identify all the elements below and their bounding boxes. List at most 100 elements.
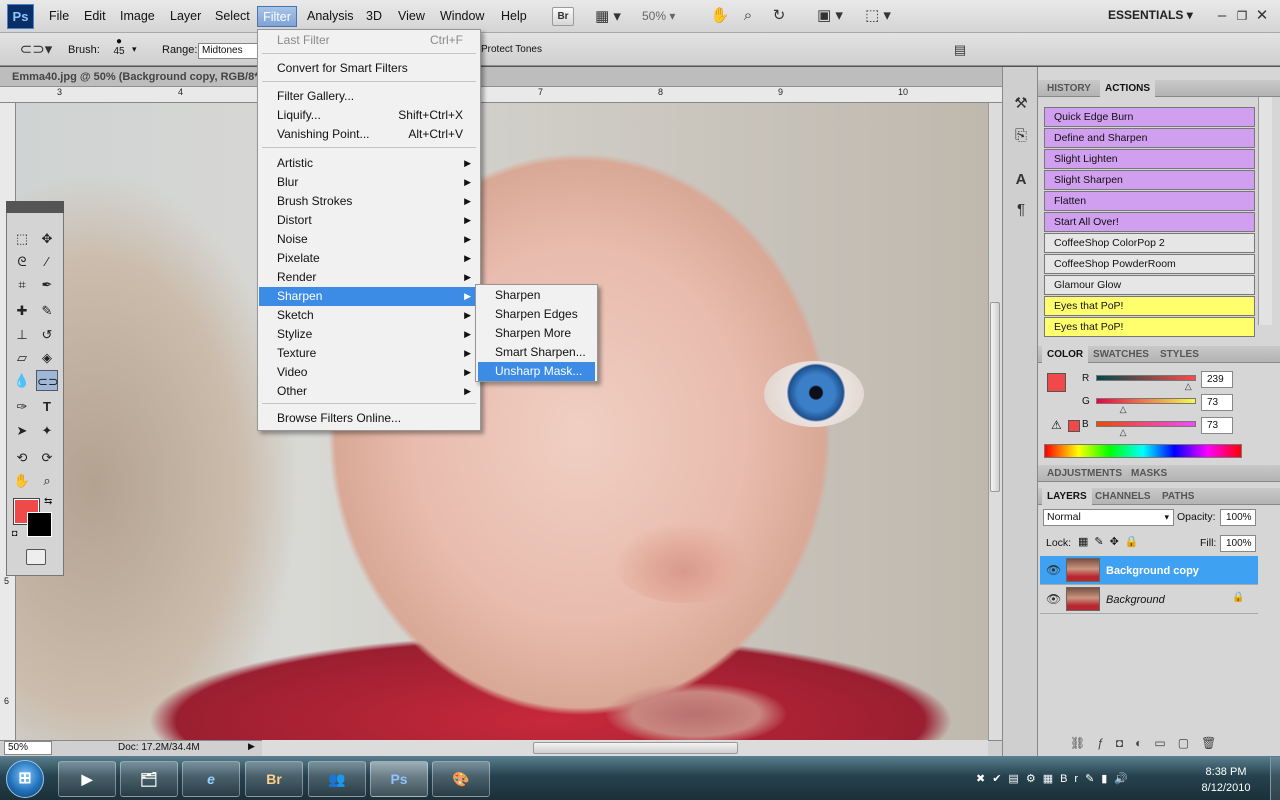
menu-file[interactable]: File — [45, 6, 73, 27]
green-value-field[interactable]: 73 — [1201, 394, 1233, 411]
layer-visibility-eye-icon[interactable]: 👁 — [1046, 592, 1061, 606]
system-tray-icons[interactable]: ✖✔▤⚙▦Br✎▮🔊 — [976, 772, 1135, 785]
menu-item-other[interactable]: Other▶ — [259, 382, 479, 401]
protect-tones-checkbox-label[interactable]: Protect Tones — [481, 44, 542, 55]
action-item[interactable]: Glamour Glow — [1044, 275, 1255, 295]
tab-color[interactable]: COLOR — [1042, 346, 1088, 363]
blend-mode-select[interactable]: Normal▾ — [1043, 509, 1174, 526]
path-selection-tool-icon[interactable]: ➤ — [11, 420, 33, 441]
layer-name[interactable]: Background copy — [1106, 565, 1199, 577]
action-item[interactable]: CoffeeShop PowderRoom — [1044, 254, 1255, 274]
type-tool-icon[interactable]: T — [36, 396, 58, 417]
tab-adjustments[interactable]: ADJUSTMENTS — [1042, 465, 1127, 482]
menu-item-texture[interactable]: Texture▶ — [259, 344, 479, 363]
menu-item-pixelate[interactable]: Pixelate▶ — [259, 249, 479, 268]
action-item[interactable]: Eyes that PoP! — [1044, 317, 1255, 337]
taskbar-paint-icon[interactable]: 🎨 — [432, 761, 490, 797]
tab-masks[interactable]: MASKS — [1126, 465, 1172, 482]
workspace-switcher[interactable]: ESSENTIALS ▾ — [1108, 8, 1193, 26]
close-icon[interactable]: ✕ — [1254, 6, 1270, 26]
hand-tool-icon[interactable]: ✋ — [11, 470, 33, 491]
menu-item-video[interactable]: Video▶ — [259, 363, 479, 382]
menu-item-render[interactable]: Render▶ — [259, 268, 479, 287]
paragraph-panel-icon[interactable]: ¶ — [1010, 200, 1032, 220]
submenu-item-unsharp-mask[interactable]: Unsharp Mask... — [478, 362, 595, 381]
tools-panel-header[interactable] — [6, 201, 64, 213]
paint-bucket-tool-icon[interactable]: ◈ — [36, 347, 58, 368]
menu-item-sketch[interactable]: Sketch▶ — [259, 306, 479, 325]
status-menu-arrow-icon[interactable]: ▶ — [248, 741, 255, 752]
crop-tool-icon[interactable]: ⌗ — [11, 274, 33, 295]
layer-visibility-eye-icon[interactable]: 👁 — [1046, 563, 1061, 577]
tab-paths[interactable]: PATHS — [1157, 488, 1199, 505]
lock-icons[interactable]: ▦✎✥🔒 — [1078, 535, 1145, 548]
brushes-panel-icon[interactable]: ⚒ — [1010, 94, 1032, 114]
eyedropper-tool-icon[interactable]: ✒ — [36, 274, 58, 295]
fill-field[interactable]: 100% — [1220, 535, 1256, 552]
swap-colors-icon[interactable]: ⇆ — [44, 496, 52, 507]
character-panel-icon[interactable]: A — [1010, 170, 1032, 190]
gamut-color-swatch[interactable] — [1068, 420, 1080, 432]
taskbar-messenger-icon[interactable]: 👥 — [308, 761, 366, 797]
shape-tool-icon[interactable]: ✦ — [36, 420, 58, 441]
pen-tool-icon[interactable]: ✑ — [11, 396, 33, 417]
taskbar-clock[interactable]: 8:38 PM8/12/2010 — [1186, 764, 1266, 796]
lasso-tool-icon[interactable]: ᘓ — [11, 251, 33, 272]
launch-bridge-button[interactable]: Br — [552, 7, 574, 26]
action-item[interactable]: Start All Over! — [1044, 212, 1255, 232]
action-item[interactable]: Slight Lighten — [1044, 149, 1255, 169]
blue-value-field[interactable]: 73 — [1201, 417, 1233, 434]
green-slider-track[interactable] — [1096, 398, 1196, 404]
menu-image[interactable]: Image — [116, 6, 158, 27]
healing-brush-tool-icon[interactable]: ✚ — [11, 300, 33, 321]
menu-help[interactable]: Help — [497, 6, 529, 27]
red-slider-track[interactable] — [1096, 375, 1196, 381]
menu-item-last-filter[interactable]: Last FilterCtrl+F — [259, 31, 479, 50]
clone-source-panel-icon[interactable]: ⎘ — [1010, 126, 1032, 146]
menu-item-sharpen[interactable]: Sharpen▶ — [259, 287, 479, 306]
zoom-level-dropdown[interactable]: 50% ▾ — [642, 9, 690, 23]
quick-mask-button[interactable] — [26, 549, 46, 565]
range-select[interactable]: Midtones — [198, 43, 260, 59]
start-button[interactable]: ⊞ — [6, 760, 44, 798]
blue-slider-thumb[interactable]: △ — [1120, 427, 1127, 438]
menu-item-stylize[interactable]: Stylize▶ — [259, 325, 479, 344]
action-item[interactable]: CoffeeShop ColorPop 2 — [1044, 233, 1255, 253]
arrange-documents-icon[interactable]: ▣ ▾ — [812, 6, 848, 26]
menu-item-vanishing-point[interactable]: Vanishing Point...Alt+Ctrl+V — [259, 125, 479, 144]
menu-item-noise[interactable]: Noise▶ — [259, 230, 479, 249]
marquee-tool-icon[interactable]: ⬚ — [11, 228, 33, 249]
brush-picker[interactable]: ●45 — [110, 37, 128, 57]
blur-tool-icon[interactable]: 💧 — [11, 370, 33, 391]
actions-scrollbar[interactable] — [1258, 97, 1272, 325]
action-item[interactable]: Flatten — [1044, 191, 1255, 211]
rotate-view-icon[interactable]: ↻ — [768, 6, 790, 26]
menu-analysis[interactable]: Analysis — [303, 6, 353, 27]
zoom-icon[interactable]: ⌕ — [738, 6, 758, 26]
menu-edit[interactable]: Edit — [80, 6, 108, 27]
submenu-item-smart-sharpen[interactable]: Smart Sharpen... — [478, 343, 595, 362]
action-item[interactable]: Eyes that PoP! — [1044, 296, 1255, 316]
hand-icon[interactable]: ✋ — [710, 6, 730, 26]
3d-rotate-tool-icon[interactable]: ⟲ — [11, 447, 33, 468]
menu-item-convert-smart-filters[interactable]: Convert for Smart Filters — [259, 59, 479, 78]
submenu-item-sharpen-edges[interactable]: Sharpen Edges — [478, 305, 595, 324]
panel-menu-icon[interactable]: ▤ — [950, 40, 970, 60]
eraser-tool-icon[interactable]: ▱ — [11, 347, 33, 368]
action-item[interactable]: Slight Sharpen — [1044, 170, 1255, 190]
color-spectrum-bar[interactable] — [1044, 444, 1242, 458]
menu-item-filter-gallery[interactable]: Filter Gallery... — [259, 87, 479, 106]
menu-filter[interactable]: Filter — [257, 6, 297, 27]
layers-footer-icons[interactable]: ⛓ƒ◘◐▭▢🗑 — [1070, 736, 1228, 750]
tab-history[interactable]: HISTORY — [1042, 80, 1096, 97]
action-item[interactable]: Define and Sharpen — [1044, 128, 1255, 148]
taskbar-media-player-icon[interactable]: ▶ — [58, 761, 116, 797]
zoom-tool-icon[interactable]: ⌕ — [36, 470, 58, 491]
taskbar-file-explorer-icon[interactable]: 🗂 — [120, 761, 178, 797]
zoom-field[interactable]: 50% — [4, 741, 52, 755]
submenu-item-sharpen[interactable]: Sharpen — [478, 286, 595, 305]
background-color-swatch[interactable] — [27, 512, 52, 537]
green-slider-thumb[interactable]: △ — [1120, 404, 1127, 415]
horizontal-scroll-thumb[interactable] — [533, 742, 738, 754]
sponge-tool-preset-icon[interactable]: ⊂⊃▾ — [18, 40, 54, 60]
